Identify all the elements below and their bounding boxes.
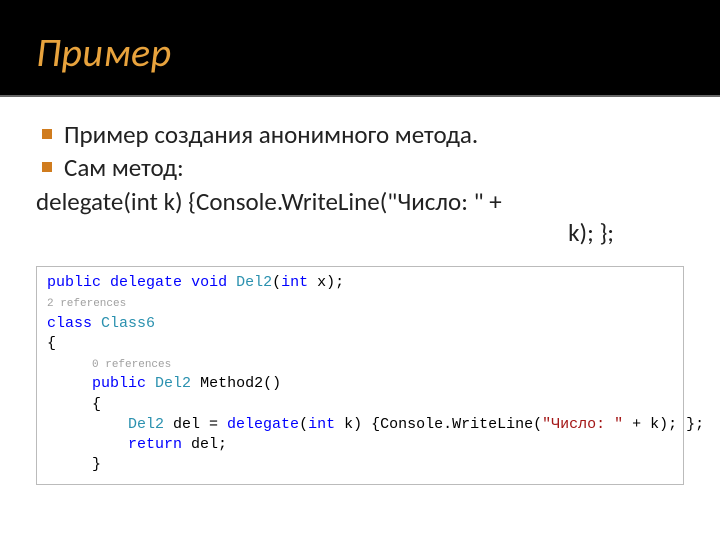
- keyword: int: [281, 274, 308, 291]
- code-text: {: [92, 396, 101, 413]
- keyword: int: [308, 416, 335, 433]
- code-block: public delegate void Del2(int x); 2 refe…: [36, 266, 684, 485]
- bullet-item: Сам метод:: [36, 152, 684, 183]
- type-name: Del2: [236, 274, 272, 291]
- code-text: k) {Console.WriteLine(: [335, 416, 542, 433]
- slide-body: Пример создания анонимного метода. Сам м…: [0, 97, 720, 485]
- inline-code-line: k); };: [36, 217, 684, 248]
- string-literal: "Число: ": [542, 416, 623, 433]
- keyword: delegate: [227, 416, 299, 433]
- code-text: + k); };: [623, 416, 704, 433]
- type-name: Del2: [128, 416, 164, 433]
- inline-code: delegate(int k) {Console.WriteLine("Числ…: [36, 186, 684, 249]
- type-name: Class6: [101, 315, 155, 332]
- bullet-list: Пример создания анонимного метода. Сам м…: [36, 119, 684, 184]
- code-text: }: [92, 456, 101, 473]
- bullet-text: Сам метод:: [64, 152, 184, 183]
- code-text: del;: [182, 436, 227, 453]
- slide-title: Пример: [36, 28, 172, 77]
- bullet-text: Пример создания анонимного метода.: [64, 119, 478, 150]
- keyword: void: [191, 274, 227, 291]
- slide-header: Пример: [0, 0, 720, 97]
- code-text: {: [47, 335, 56, 352]
- code-text: (: [272, 274, 281, 291]
- codelens-ref: 2 references: [47, 298, 126, 310]
- bullet-item: Пример создания анонимного метода.: [36, 119, 684, 150]
- type-name: Del2: [155, 375, 191, 392]
- keyword: public: [47, 274, 101, 291]
- keyword: return: [128, 436, 182, 453]
- code-text: x);: [308, 274, 344, 291]
- keyword: class: [47, 315, 92, 332]
- code-text: (: [299, 416, 308, 433]
- code-text: Method2(): [191, 375, 281, 392]
- code-text: del =: [164, 416, 227, 433]
- codelens-ref: 0 references: [92, 359, 171, 371]
- keyword: public: [92, 375, 146, 392]
- keyword: delegate: [110, 274, 182, 291]
- inline-code-line: delegate(int k) {Console.WriteLine("Числ…: [36, 186, 502, 217]
